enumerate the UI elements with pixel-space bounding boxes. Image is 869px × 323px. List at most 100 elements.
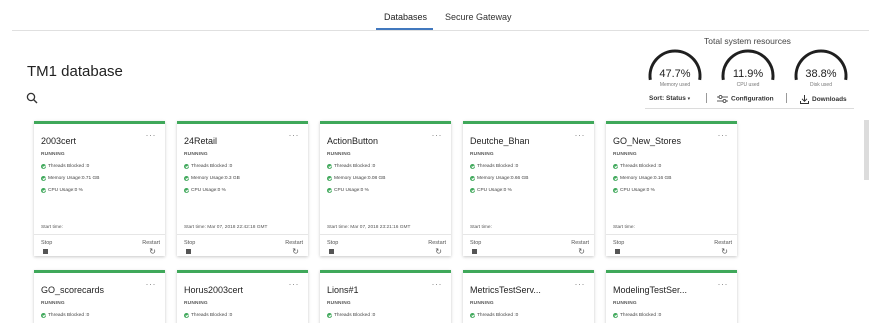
database-card[interactable]: Lions#1 ··· RUNNING Threads Blocked : 0 [320,270,451,323]
threads-value: 0 [86,313,90,318]
threads-value: 0 [86,164,90,169]
more-options-icon[interactable]: ··· [432,130,443,140]
scrollbar[interactable] [864,120,869,180]
stop-icon[interactable] [186,249,191,254]
start-time: Start time: Mar 07, 2018 22:42:18 GMT [184,225,267,230]
start-value: Mar 07, 2018 22:42:18 GMT [207,225,268,230]
threads-value: 0 [515,164,519,169]
stop-label: Stop [613,240,625,246]
stop-icon[interactable] [329,249,334,254]
database-card[interactable]: ModelingTestSer... ··· RUNNING Threads B… [606,270,737,323]
database-card[interactable]: 24Retail ··· RUNNING Threads Blocked : 0… [177,121,308,256]
card-divider [34,234,165,235]
start-time: Start time: Mar 07, 2018 23:21:16 GMT [327,225,410,230]
memory-gauge-label: Memory used [659,82,691,88]
database-card[interactable]: GO_scorecards ··· RUNNING Threads Blocke… [34,270,165,323]
tab-databases[interactable]: Databases [384,12,427,22]
threads-metric: Threads Blocked : 0 [327,313,375,318]
cpu-label: CPU Usage: [477,188,504,193]
more-options-icon[interactable]: ··· [289,279,300,289]
cpu-label: CPU Usage: [620,188,647,193]
database-name: Lions#1 [327,285,359,295]
more-options-icon[interactable]: ··· [575,279,586,289]
stop-icon[interactable] [615,249,620,254]
card-divider [463,234,594,235]
sort-value: Status [665,95,686,102]
stop-icon[interactable] [43,249,48,254]
database-name: ModelingTestSer... [613,285,688,295]
threads-label: Threads Blocked : [477,313,516,318]
status-badge: RUNNING [470,301,494,306]
database-card[interactable]: GO_New_Stores ··· RUNNING Threads Blocke… [606,121,737,256]
restart-icon[interactable]: ↻ [578,247,585,256]
threads-metric: Threads Blocked : 0 [41,164,89,169]
stop-label: Stop [184,240,196,246]
cpu-metric: CPU Usage: 0 % [613,188,655,193]
stop-label: Stop [470,240,482,246]
database-name: 2003cert [41,136,77,146]
database-card[interactable]: 2003cert ··· RUNNING Threads Blocked : 0… [34,121,165,256]
threads-value: 0 [229,313,233,318]
start-time: Start time: [613,225,635,230]
toolbar-separator [706,93,707,103]
cpu-value: 0 % [360,188,369,193]
database-card[interactable]: Horus2003cert ··· RUNNING Threads Blocke… [177,270,308,323]
threads-metric: Threads Blocked : 0 [613,313,661,318]
memory-value: 0.71 GB [81,176,100,181]
sort-dropdown[interactable]: Sort: Status ▾ [649,95,690,102]
threads-label: Threads Blocked : [620,164,659,169]
database-card[interactable]: Deutche_Bhan ··· RUNNING Threads Blocked… [463,121,594,256]
stop-icon[interactable] [472,249,477,254]
status-badge: RUNNING [470,152,494,157]
search-icon[interactable] [26,92,38,104]
database-card[interactable]: MetricsTestServ... ··· RUNNING Threads B… [463,270,594,323]
more-options-icon[interactable]: ··· [289,130,300,140]
restart-icon[interactable]: ↻ [435,247,442,256]
status-badge: RUNNING [613,301,637,306]
downloads-button[interactable]: Downloads [800,95,847,104]
threads-metric: Threads Blocked : 0 [470,313,518,318]
check-circle-icon [184,188,189,193]
memory-label: Memory Usage: [620,176,654,181]
more-options-icon[interactable]: ··· [432,279,443,289]
toolbar-divider [645,108,854,109]
more-options-icon[interactable]: ··· [146,130,157,140]
cpu-gauge-label: CPU used [736,82,760,88]
database-card[interactable]: ActionButton ··· RUNNING Threads Blocked… [320,121,451,256]
restart-icon[interactable]: ↻ [721,247,728,256]
check-circle-icon [184,164,189,169]
threads-label: Threads Blocked : [334,313,373,318]
threads-label: Threads Blocked : [334,164,373,169]
restart-icon[interactable]: ↻ [292,247,299,256]
cpu-metric: CPU Usage: 0 % [41,188,83,193]
more-options-icon[interactable]: ··· [718,130,729,140]
memory-value: 0.16 GB [653,176,672,181]
chevron-down-icon: ▾ [687,96,691,102]
restart-icon[interactable]: ↻ [149,247,156,256]
check-circle-icon [470,188,475,193]
cpu-label: CPU Usage: [48,188,75,193]
more-options-icon[interactable]: ··· [718,279,729,289]
start-label: Start time: [184,225,206,230]
memory-value: 0.3 GB [224,176,240,181]
restart-label: Restart [714,240,732,246]
cpu-value: 0 % [503,188,512,193]
threads-value: 0 [229,164,233,169]
tab-secure-gateway[interactable]: Secure Gateway [445,12,512,22]
cpu-metric: CPU Usage: 0 % [184,188,226,193]
more-options-icon[interactable]: ··· [146,279,157,289]
top-tabs: Databases Secure Gateway [0,0,869,32]
memory-label: Memory Usage: [477,176,511,181]
download-icon [800,95,809,104]
start-label: Start time: [327,225,349,230]
threads-value: 0 [658,164,662,169]
more-options-icon[interactable]: ··· [575,130,586,140]
threads-value: 0 [658,313,662,318]
card-divider [320,234,451,235]
memory-metric: Memory Usage: 0.16 GB [613,176,671,181]
start-label: Start time: [470,225,492,230]
page-title: TM1 database [27,63,123,80]
restart-label: Restart [428,240,446,246]
threads-value: 0 [372,313,376,318]
configuration-button[interactable]: Configuration [717,95,774,103]
